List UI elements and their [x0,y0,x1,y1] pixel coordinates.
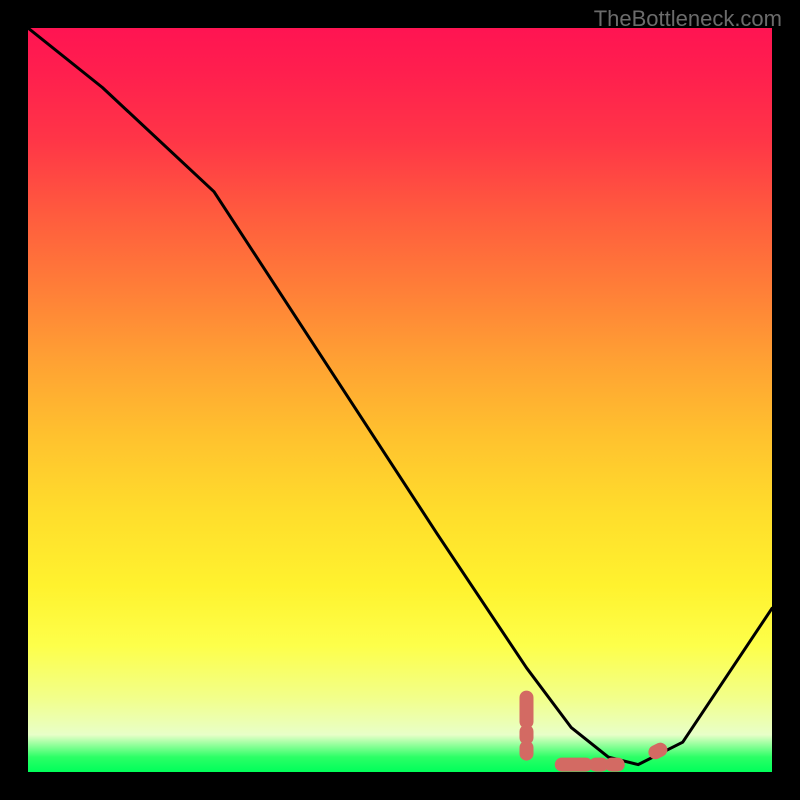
chart-plot-area [28,28,772,772]
bottleneck-curve [28,28,772,765]
attribution-label: TheBottleneck.com [594,6,782,32]
chart-svg [28,28,772,772]
optimal-band-marker [527,698,661,765]
